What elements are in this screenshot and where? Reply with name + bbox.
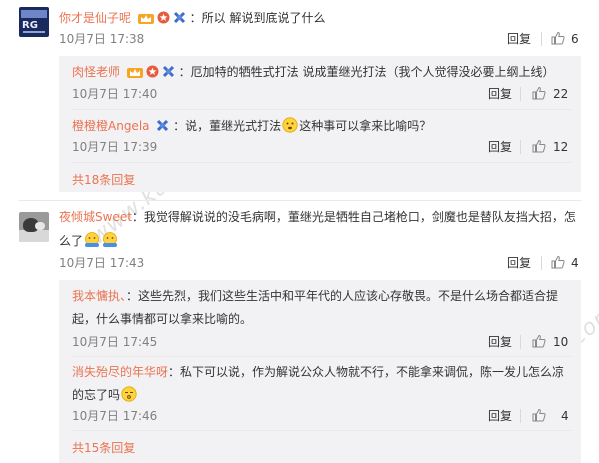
reply-username[interactable]: 我本慵执、 bbox=[72, 289, 126, 303]
reply-text: ：厄加特的牺牲式打法 说成董继光打法（我个人觉得没必要上纲上线） bbox=[178, 65, 555, 79]
reply-time: 10月7日 17:45 bbox=[72, 335, 158, 349]
divider bbox=[72, 430, 572, 431]
reply-line: 的忘了吗 bbox=[72, 386, 138, 403]
reply-line: 肉怪老师 ：厄加特的牺牲式打法 说成董继光打法（我个人觉得没必要上纲上线） bbox=[72, 64, 555, 80]
reply-time: 10月7日 17:40 bbox=[72, 87, 158, 101]
comment-time: 10月7日 17:43 bbox=[59, 256, 145, 270]
reply-username[interactable]: 消失殆尽的年华呀 bbox=[72, 365, 168, 379]
emoji-icon bbox=[85, 232, 100, 247]
like-count: 10 bbox=[553, 335, 569, 349]
divider bbox=[19, 200, 581, 201]
thumbs-up-icon[interactable] bbox=[551, 31, 565, 45]
divider bbox=[541, 256, 542, 270]
reply-text-continued: 的忘了吗 bbox=[72, 388, 121, 402]
comment-text: ：所以 解说到底说了什么 bbox=[189, 11, 326, 25]
reply-button[interactable]: 回复 bbox=[488, 408, 512, 424]
divider bbox=[72, 162, 572, 163]
divider bbox=[520, 409, 521, 423]
divider bbox=[72, 356, 572, 357]
comment-username[interactable]: 你才是仙子呢 bbox=[59, 11, 131, 25]
emoji-icon bbox=[103, 232, 118, 247]
star-badge-icon bbox=[173, 11, 185, 24]
like-count: 6 bbox=[571, 32, 579, 46]
vip-crown-icon bbox=[126, 68, 143, 78]
reply-text: ：这些先烈，我们这些生活中和平年代的人应该心存敬畏。不是什么场合都适合提 bbox=[126, 289, 559, 303]
reply-text: ：私下可以说，作为解说公众人物就不行，不能拿来调侃，陈一发儿怎么凉 bbox=[168, 365, 565, 379]
reply-line: 消失殆尽的年华呀：私下可以说，作为解说公众人物就不行，不能拿来调侃，陈一发儿怎么… bbox=[72, 364, 564, 380]
comment-text: ：我觉得解说说的没毛病啊，董继光是牺牲自己堵枪口，剑魔也是替队友挡大招，怎 bbox=[131, 210, 576, 224]
comment-time: 10月7日 17:38 bbox=[59, 32, 145, 46]
thumbs-up-icon[interactable] bbox=[532, 86, 546, 100]
reply-time: 10月7日 17:39 bbox=[72, 140, 158, 154]
reply-button[interactable]: 回复 bbox=[488, 86, 512, 102]
comment-text-continued: 么了 bbox=[59, 234, 84, 248]
like-count: 4 bbox=[561, 409, 569, 423]
like-count: 22 bbox=[553, 87, 569, 101]
reply-text-continued: 这种事可以拿来比喻吗？ bbox=[299, 119, 432, 133]
reply-text: ：说，董继光式打法 bbox=[173, 119, 282, 133]
vip-crown-icon bbox=[137, 14, 154, 24]
emoji-icon bbox=[121, 386, 137, 402]
comment-line: 你才是仙子呢 ：所以 解说到底说了什么 bbox=[59, 10, 326, 26]
reply-username[interactable]: 肉怪老师 bbox=[72, 65, 120, 79]
view-all-replies-link[interactable]: 共15条回复 bbox=[72, 440, 135, 456]
star-badge-icon bbox=[157, 119, 169, 132]
reply-button[interactable]: 回复 bbox=[507, 31, 531, 47]
comment-line: 夜倾城Sweet：我觉得解说说的没毛病啊，董继光是牺牲自己堵枪口，剑魔也是替队友… bbox=[59, 209, 576, 225]
avatar[interactable]: RG bbox=[19, 7, 49, 37]
reply-line: 橙橙橙Angela ：说，董继光式打法 这种事可以拿来比喻吗？ bbox=[72, 117, 431, 134]
star-badge-icon bbox=[162, 65, 174, 78]
divider bbox=[541, 32, 542, 46]
thumbs-up-icon[interactable] bbox=[532, 139, 546, 153]
star-badge-icon bbox=[157, 11, 170, 24]
thumbs-up-icon[interactable] bbox=[551, 255, 565, 269]
reply-text-continued: 起，什么事情都可以拿来比喻的。 bbox=[72, 312, 253, 326]
reply-button[interactable]: 回复 bbox=[488, 139, 512, 155]
divider bbox=[520, 335, 521, 349]
reply-button[interactable]: 回复 bbox=[488, 334, 512, 350]
divider bbox=[520, 87, 521, 101]
view-all-replies-link[interactable]: 共18条回复 bbox=[72, 172, 135, 188]
reply-button[interactable]: 回复 bbox=[507, 255, 531, 271]
avatar[interactable] bbox=[19, 212, 49, 242]
like-count: 12 bbox=[553, 140, 569, 154]
divider bbox=[72, 109, 572, 110]
comment-username[interactable]: 夜倾城Sweet bbox=[59, 210, 132, 224]
thumbs-up-icon[interactable] bbox=[532, 334, 546, 348]
thumbs-up-icon[interactable] bbox=[532, 408, 546, 422]
reply-time: 10月7日 17:46 bbox=[72, 409, 158, 423]
reply-line: 我本慵执、：这些先烈，我们这些生活中和平年代的人应该心存敬畏。不是什么场合都适合… bbox=[72, 288, 558, 304]
reply-line: 起，什么事情都可以拿来比喻的。 bbox=[72, 311, 252, 327]
star-badge-icon bbox=[146, 65, 159, 78]
like-count: 4 bbox=[571, 256, 579, 270]
comment-line: 么了 bbox=[59, 232, 119, 249]
reply-username[interactable]: 橙橙橙Angela bbox=[72, 119, 150, 133]
divider bbox=[520, 140, 521, 154]
emoji-icon bbox=[282, 117, 298, 133]
